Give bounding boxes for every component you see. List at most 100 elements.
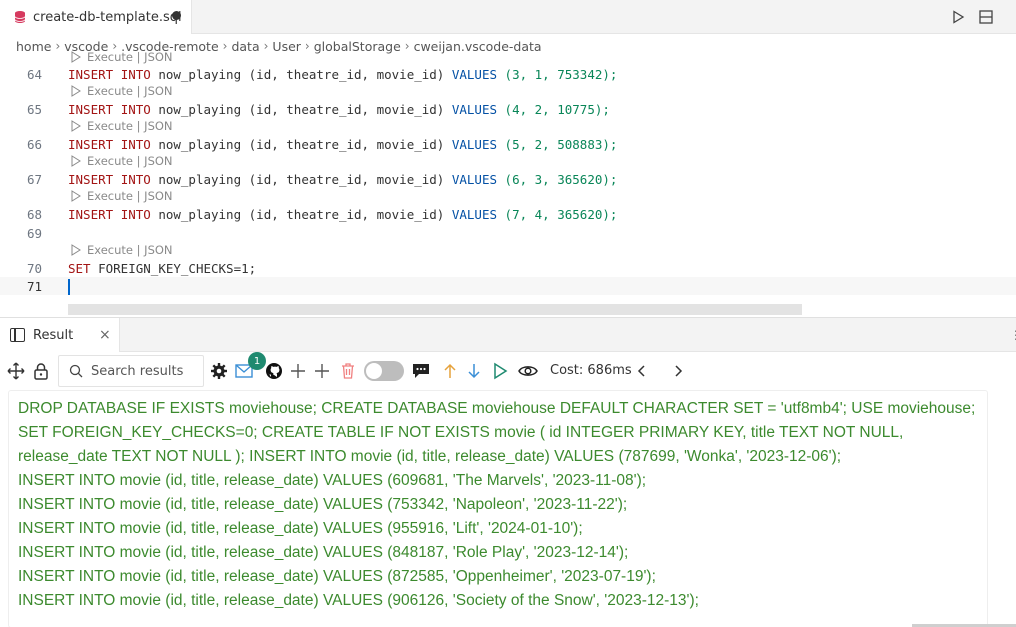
github-icon[interactable] (264, 361, 284, 381)
run-icon[interactable] (948, 7, 968, 27)
gear-icon[interactable] (209, 361, 229, 381)
breadcrumb-item[interactable]: User (272, 39, 301, 54)
codelens-label: Execute | JSON (87, 154, 173, 168)
chevron-right-icon: › (404, 39, 410, 53)
code-text: INSERT INTO now_playing (id, theatre_id,… (68, 171, 618, 187)
code-line: 64 INSERT INTO now_playing (id, theatre_… (0, 65, 1016, 83)
code-editor[interactable]: Execute | JSON 64 INSERT INTO now_playin… (0, 50, 1016, 316)
tab-result-label: Result (33, 327, 74, 343)
result-line: release_date TEXT NOT NULL ); INSERT INT… (18, 448, 842, 465)
toggle-knob (366, 363, 382, 379)
split-editor-icon[interactable] (976, 7, 996, 27)
panel-layout-icon (10, 328, 25, 342)
line-number: 64 (26, 66, 42, 82)
code-line: 69 (0, 224, 1016, 242)
editor-tab-filename: create-db-template.sql (33, 9, 182, 25)
codelens-label: Execute | JSON (87, 119, 173, 133)
result-line: DROP DATABASE IF EXISTS moviehouse; CREA… (18, 400, 976, 417)
result-panel: Result × ⋮ 1 (0, 317, 1016, 627)
codelens-execute[interactable]: Execute | JSON (70, 50, 173, 64)
codelens-label: Execute | JSON (87, 243, 173, 257)
line-number: 69 (26, 225, 42, 241)
codelens-label: Execute | JSON (87, 189, 173, 203)
code-text: SET FOREIGN_KEY_CHECKS=1; (68, 260, 257, 276)
codelens-execute[interactable]: Execute | JSON (70, 84, 173, 98)
editor-tab[interactable]: create-db-template.sql (0, 0, 192, 34)
line-number: 68 (26, 206, 42, 222)
code-line: 65 INSERT INTO now_playing (id, theatre_… (0, 100, 1016, 118)
chevron-right-icon: › (222, 39, 228, 53)
panel-tab-bar: Result × ⋮ (0, 318, 1016, 352)
comment-icon[interactable] (411, 361, 431, 381)
editor-tab-bar: create-db-template.sql (0, 0, 1016, 34)
arrow-up-icon[interactable] (440, 361, 460, 381)
codelens-execute[interactable]: Execute | JSON (70, 154, 173, 168)
line-number: 67 (26, 171, 42, 187)
result-line: INSERT INTO movie (id, title, release_da… (18, 520, 583, 537)
line-number: 66 (26, 136, 42, 152)
breadcrumb-item[interactable]: cweijan.vscode-data (414, 39, 542, 54)
play-icon (71, 120, 81, 132)
chevron-left-icon[interactable] (632, 361, 652, 381)
chevron-right-icon: › (263, 39, 269, 53)
result-toolbar: 1 Cost: 686ms (0, 352, 1016, 390)
breadcrumb-item[interactable]: globalStorage (314, 39, 401, 54)
code-text: INSERT INTO now_playing (id, theatre_id,… (68, 66, 618, 82)
code-line-current: 71 (0, 277, 1016, 295)
result-line: INSERT INTO movie (id, title, release_da… (18, 592, 699, 609)
search-input[interactable] (91, 363, 203, 379)
toggle-switch[interactable] (364, 361, 404, 381)
codelens-execute[interactable]: Execute | JSON (70, 119, 173, 133)
code-text: INSERT INTO now_playing (id, theatre_id,… (68, 101, 610, 117)
more-actions-icon[interactable] (1004, 7, 1010, 27)
lock-icon[interactable] (31, 361, 51, 381)
play-icon (71, 190, 81, 202)
plus-icon[interactable] (312, 361, 332, 381)
codelens-execute[interactable]: Execute | JSON (70, 243, 173, 257)
code-line: 67 INSERT INTO now_playing (id, theatre_… (0, 170, 1016, 188)
result-line: INSERT INTO movie (id, title, release_da… (18, 496, 628, 513)
code-line: 70 SET FOREIGN_KEY_CHECKS=1; (0, 259, 1016, 277)
play-icon[interactable] (490, 361, 510, 381)
cost-label: Cost: 686ms (550, 363, 632, 378)
line-number: 65 (26, 101, 42, 117)
code-text: INSERT INTO now_playing (id, theatre_id,… (68, 206, 618, 222)
horizontal-scrollbar[interactable] (68, 304, 802, 315)
arrow-down-icon[interactable] (464, 361, 484, 381)
result-line: INSERT INTO movie (id, title, release_da… (18, 568, 656, 585)
line-number: 70 (26, 260, 42, 276)
text-cursor (68, 279, 70, 295)
chevron-right-icon: › (304, 39, 310, 53)
codelens-execute[interactable]: Execute | JSON (70, 189, 173, 203)
code-line: 68 INSERT INTO now_playing (id, theatre_… (0, 205, 1016, 223)
search-input-wrapper (58, 355, 204, 387)
result-line: INSERT INTO movie (id, title, release_da… (18, 544, 629, 561)
unsaved-dot-icon[interactable] (172, 11, 181, 20)
tab-result[interactable]: Result × (0, 318, 120, 352)
breadcrumb-item[interactable]: home (16, 39, 51, 54)
search-icon (69, 364, 83, 378)
play-icon (71, 155, 81, 167)
more-icon[interactable]: ⋮ (1010, 328, 1016, 342)
codelens-label: Execute | JSON (87, 84, 173, 98)
line-number: 71 (26, 278, 42, 294)
plus-icon[interactable] (288, 361, 308, 381)
result-line: INSERT INTO movie (id, title, release_da… (18, 472, 647, 489)
trash-icon[interactable] (338, 361, 358, 381)
editor-actions (948, 0, 1016, 34)
codelens-label: Execute | JSON (87, 50, 173, 64)
eye-icon[interactable] (518, 361, 538, 381)
results-area[interactable]: DROP DATABASE IF EXISTS moviehouse; CREA… (8, 390, 988, 627)
chevron-right-icon[interactable] (668, 361, 688, 381)
breadcrumb-item[interactable]: data (231, 39, 259, 54)
code-line: 66 INSERT INTO now_playing (id, theatre_… (0, 135, 1016, 153)
play-icon (71, 51, 81, 63)
move-icon[interactable] (6, 361, 26, 381)
result-line: SET FOREIGN_KEY_CHECKS=0; CREATE TABLE I… (18, 424, 904, 441)
play-icon (71, 85, 81, 97)
chevron-right-icon: › (55, 39, 61, 53)
database-icon (14, 11, 26, 23)
close-icon[interactable]: × (99, 327, 111, 343)
play-icon (71, 244, 81, 256)
code-text: INSERT INTO now_playing (id, theatre_id,… (68, 136, 618, 152)
